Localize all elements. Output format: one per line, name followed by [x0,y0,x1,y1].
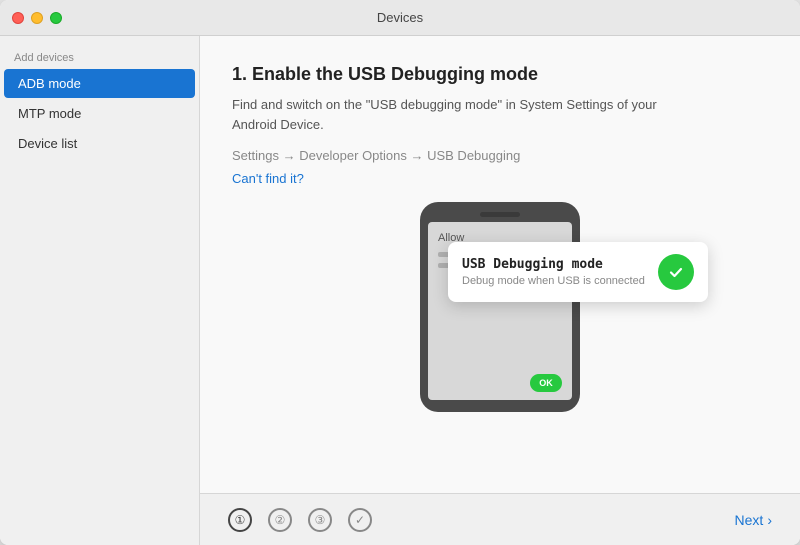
app-window: Devices Add devices ADB mode MTP mode De… [0,0,800,545]
sidebar-item-adb-mode[interactable]: ADB mode [4,69,195,98]
maximize-button[interactable] [50,12,62,24]
close-button[interactable] [12,12,24,24]
sidebar-item-mtp-mode[interactable]: MTP mode [4,99,195,128]
cant-find-link[interactable]: Can't find it? [232,171,304,186]
next-chevron-icon: › [767,512,772,528]
phone-body: Allow OK [420,202,580,412]
step-indicator-check: ✓ [348,508,372,532]
sidebar-item-device-list[interactable]: Device list [4,129,195,158]
phone-illustration: USB Debugging mode Debug mode when USB i… [232,202,768,432]
step-indicator-1: ① [228,508,252,532]
phone-ok-button: OK [530,374,562,392]
usb-popup-subtitle: Debug mode when USB is connected [462,275,646,287]
window-title: Devices [377,10,423,25]
step-indicators: ① ② ③ ✓ [228,508,372,532]
step-indicator-2: ② [268,508,292,532]
minimize-button[interactable] [31,12,43,24]
next-button[interactable]: Next › [735,512,772,528]
sidebar-section-label: Add devices [0,46,199,68]
content-area: 1. Enable the USB Debugging mode Find an… [200,36,800,493]
usb-debug-popup: USB Debugging mode Debug mode when USB i… [448,242,708,302]
step-indicator-3: ③ [308,508,332,532]
step-description: Find and switch on the "USB debugging mo… [232,95,692,134]
sidebar: Add devices ADB mode MTP mode Device lis… [0,36,200,545]
usb-popup-text: USB Debugging mode Debug mode when USB i… [462,257,646,287]
next-label: Next [735,512,764,528]
phone-speaker [480,212,520,217]
step-title: 1. Enable the USB Debugging mode [232,64,768,85]
window-controls [12,12,62,24]
settings-path: Settings → Developer Options → USB Debug… [232,148,768,163]
title-bar: Devices [0,0,800,36]
right-panel: 1. Enable the USB Debugging mode Find an… [200,36,800,545]
nav-footer: ① ② ③ ✓ Next › [200,493,800,545]
usb-popup-title: USB Debugging mode [462,257,646,272]
main-content: Add devices ADB mode MTP mode Device lis… [0,36,800,545]
usb-popup-check-icon [658,254,694,290]
